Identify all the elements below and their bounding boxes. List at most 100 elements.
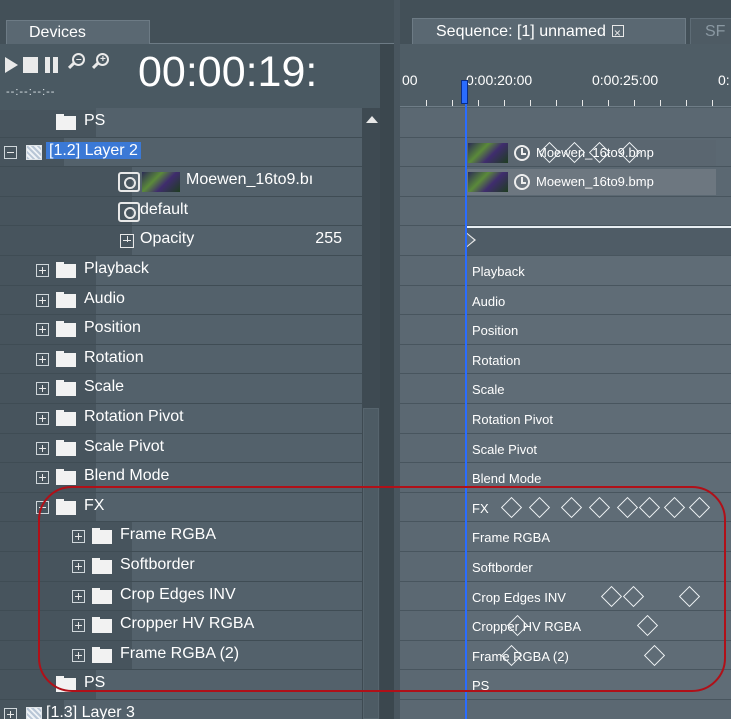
tree-row[interactable]: PS [0, 670, 362, 700]
stop-icon[interactable] [23, 57, 38, 73]
timeline-track[interactable]: Audio [400, 285, 731, 316]
preset-icon [118, 201, 140, 222]
timeline-track[interactable]: Cropper HV RGBA [400, 611, 731, 641]
tree-row[interactable]: Scale Pivot [0, 433, 362, 464]
tree-row[interactable]: Rotation Pivot [0, 404, 362, 434]
tab-devices[interactable]: Devices [6, 20, 150, 44]
folder-icon [56, 410, 76, 426]
expand-icon[interactable] [36, 293, 49, 307]
tree-row-label: Moewen_16to9.bı [186, 171, 314, 189]
timeline-track[interactable]: Frame RGBA (2) [400, 640, 731, 671]
tree-row-label: Cropper HV RGBA [120, 615, 255, 633]
expand-icon[interactable] [72, 619, 85, 633]
timeline-track[interactable]: FX [400, 492, 731, 523]
timeline-track[interactable]: Crop Edges INV [400, 581, 731, 612]
tree-row[interactable]: Scale [0, 374, 362, 404]
playhead-handle[interactable] [461, 80, 468, 104]
timeline-track[interactable]: Frame RGBA [400, 522, 731, 552]
expand-icon[interactable] [36, 352, 49, 366]
collapse-icon[interactable] [4, 145, 17, 159]
clock-icon [514, 174, 530, 191]
zoom-in-icon[interactable]: + [91, 53, 109, 71]
tab-sf[interactable]: SF [690, 18, 731, 45]
timeline-track[interactable]: Scale [400, 374, 731, 404]
expand-icon[interactable] [72, 648, 85, 662]
tree-row[interactable]: Position [0, 315, 362, 345]
scrollbar-thumb[interactable] [363, 408, 379, 719]
tree-row-label: Opacity [140, 230, 195, 248]
timeline-track[interactable]: Playback [400, 256, 731, 286]
pause-icon[interactable] [44, 57, 60, 73]
collapse-icon[interactable] [36, 500, 49, 514]
folder-icon [92, 646, 112, 663]
timeline-track[interactable] [400, 108, 731, 138]
timeline-track[interactable]: Softborder [400, 552, 731, 582]
expand-icon[interactable] [72, 560, 85, 573]
tab-sequence[interactable]: Sequence: [1] unnamed [412, 18, 686, 46]
tree-row-label: default [140, 200, 189, 218]
close-icon[interactable] [611, 20, 624, 46]
scroll-up-icon[interactable] [366, 116, 378, 123]
timeline-track[interactable]: Rotation [400, 344, 731, 375]
timeline-track[interactable]: Moewen_16to9.bmp [400, 138, 731, 168]
tree-row[interactable]: Blend Mode [0, 463, 362, 493]
tree-row-label: Frame RGBA (2) [120, 644, 240, 662]
expand-icon[interactable] [36, 264, 49, 277]
timeline-track[interactable]: Moewen_16to9.bmp [400, 167, 731, 197]
tree-row[interactable]: FX [0, 492, 362, 523]
expand-icon[interactable] [36, 471, 49, 485]
track-label: FX [472, 500, 489, 516]
timeline-track[interactable] [400, 197, 731, 227]
expand-icon[interactable] [72, 530, 85, 544]
timeline-track[interactable] [400, 700, 731, 719]
timeline-tracks: Moewen_16to9.bmp Moewen_16to9.bmp Playback… [400, 108, 731, 719]
expand-icon[interactable] [36, 412, 49, 425]
tree-row[interactable]: Rotation [0, 344, 362, 375]
track-label: Scale [472, 382, 505, 398]
play-icon[interactable] [5, 57, 18, 73]
timeline-track[interactable]: PS [400, 670, 731, 700]
track-label: Position [472, 323, 519, 339]
expand-icon[interactable] [36, 323, 49, 337]
tree-scrollbar[interactable] [362, 108, 380, 719]
tree-row[interactable]: [1.2] Layer 2 [0, 137, 362, 168]
zoom-out-icon[interactable]: – [67, 53, 85, 71]
tree-row[interactable]: Audio [0, 285, 362, 316]
track-label: Rotation [472, 352, 521, 368]
expand-icon[interactable] [36, 382, 49, 396]
folder-icon [56, 439, 76, 456]
panel-divider[interactable] [380, 44, 394, 719]
media-clip[interactable]: Moewen_16to9.bmp [466, 169, 716, 196]
timeline-track[interactable] [400, 226, 731, 256]
tree-row[interactable]: Softborder [0, 552, 362, 582]
tree-row-label: PS [84, 674, 106, 692]
clock-icon [514, 144, 530, 161]
tree-row[interactable]: Frame RGBA [0, 522, 362, 552]
playhead-line[interactable] [465, 104, 467, 719]
tree-row[interactable]: default [0, 196, 362, 227]
parameter-value[interactable]: 255 [315, 230, 342, 248]
layer-tree: PS [1.2] Layer 2 Moewen_16to9.bı default Opa… [0, 108, 362, 719]
expand-icon[interactable] [72, 589, 85, 603]
timeline-track[interactable]: Rotation Pivot [400, 404, 731, 434]
tree-row[interactable]: Cropper HV RGBA [0, 611, 362, 641]
tree-row-label: FX [84, 496, 105, 514]
tree-row[interactable]: [1.3] Layer 3 [0, 700, 362, 719]
timeline-track[interactable]: Blend Mode [400, 463, 731, 493]
tree-row[interactable]: Frame RGBA (2) [0, 640, 362, 671]
tree-row[interactable]: Crop Edges INV [0, 581, 362, 612]
tree-row[interactable]: Moewen_16to9.bı [0, 167, 362, 197]
tree-row[interactable]: Playback [0, 256, 362, 286]
time-ruler[interactable]: 00 0:00:20:00 0:00:25:00 0: [400, 44, 731, 108]
timeline-track[interactable]: Position [400, 315, 731, 345]
tree-row-label: Rotation Pivot [84, 408, 184, 425]
tree-row[interactable]: PS [0, 108, 362, 138]
expand-icon[interactable] [36, 441, 49, 455]
ruler-label: 00 [402, 72, 418, 88]
track-label: Scale Pivot [472, 441, 538, 457]
expand-icon[interactable] [4, 708, 17, 719]
tree-row[interactable]: Opacity 255 [0, 226, 362, 256]
tree-row-label: Frame RGBA [120, 526, 217, 544]
timeline-track[interactable]: Scale Pivot [400, 433, 731, 464]
timecode-small: --:--:--:-- [6, 86, 56, 98]
